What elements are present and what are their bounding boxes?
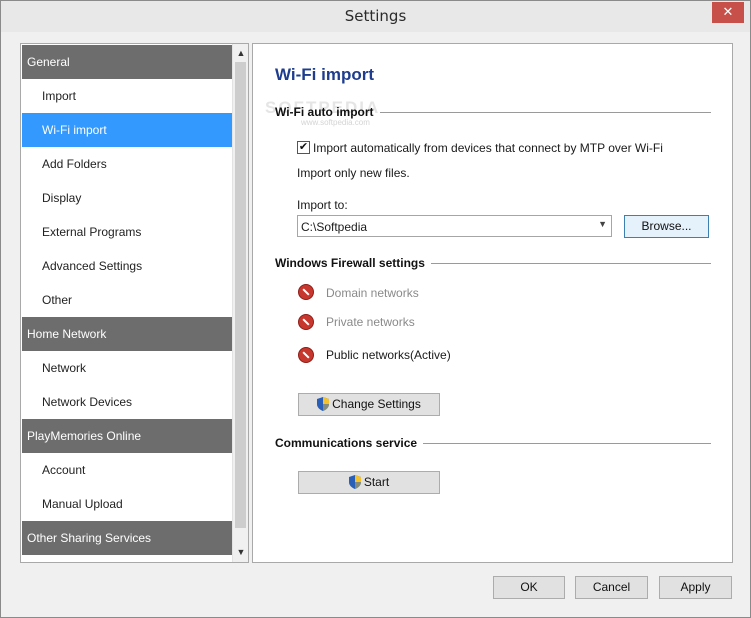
- sidebar-item-label: Other Sharing Services: [27, 531, 152, 545]
- change-settings-button[interactable]: Change Settings: [298, 393, 440, 416]
- divider: [379, 111, 711, 113]
- auto-import-label[interactable]: Import automatically from devices that c…: [313, 141, 663, 155]
- sidebar-list: General Import Wi-Fi import Add Folders …: [22, 45, 232, 555]
- change-settings-label: Change Settings: [332, 397, 421, 411]
- domain-networks-label: Domain networks: [326, 286, 419, 300]
- section-heading-label: Windows Firewall settings: [275, 256, 425, 270]
- close-icon[interactable]: ✕: [712, 2, 744, 23]
- sidebar-item-label: Wi-Fi import: [42, 123, 107, 137]
- import-to-value: C:\Softpedia: [301, 220, 368, 234]
- sidebar-item-account[interactable]: Account: [22, 453, 232, 487]
- window-title: Settings: [344, 7, 407, 25]
- sidebar-item-playmemories-online[interactable]: PlayMemories Online: [22, 419, 232, 453]
- title-bar[interactable]: Settings ✕: [1, 1, 750, 32]
- sidebar-item-label: Home Network: [27, 327, 107, 341]
- sidebar-item-network[interactable]: Network: [22, 351, 232, 385]
- blocked-icon: [298, 314, 314, 330]
- scroll-thumb[interactable]: [235, 62, 246, 528]
- sidebar-item-label: Display: [42, 191, 82, 205]
- sidebar-item-wifi-import[interactable]: Wi-Fi import: [22, 113, 232, 147]
- sidebar-item-add-folders[interactable]: Add Folders: [22, 147, 232, 181]
- sidebar-item-home-network[interactable]: Home Network: [22, 317, 232, 351]
- page-title: Wi-Fi import: [275, 65, 374, 84]
- sidebar-item-external-programs[interactable]: External Programs: [22, 215, 232, 249]
- new-files-note: Import only new files.: [297, 166, 410, 180]
- sidebar-item-display[interactable]: Display: [22, 181, 232, 215]
- sidebar-item-other[interactable]: Other: [22, 283, 232, 317]
- sidebar-item-import[interactable]: Import: [22, 79, 232, 113]
- auto-import-checkbox[interactable]: ✔: [297, 141, 310, 154]
- import-to-select[interactable]: C:\Softpedia ▼: [297, 215, 612, 237]
- sidebar-item-label: Other: [42, 293, 73, 307]
- sidebar-item-label: General: [27, 55, 70, 69]
- sidebar-item-network-devices[interactable]: Network Devices: [22, 385, 232, 419]
- divider: [423, 442, 711, 444]
- private-networks-label: Private networks: [326, 315, 415, 329]
- sidebar-item-manual-upload[interactable]: Manual Upload: [22, 487, 232, 521]
- sidebar-item-label: Import: [42, 89, 77, 103]
- sidebar-item-label: External Programs: [42, 225, 142, 239]
- communications-service-heading: Communications service: [275, 435, 711, 451]
- blocked-icon: [298, 347, 314, 363]
- chevron-down-icon[interactable]: ▼: [598, 219, 607, 229]
- uac-shield-icon: [348, 475, 361, 489]
- import-to-label: Import to:: [297, 198, 348, 212]
- settings-window: Settings ✕ General Import Wi-Fi import A…: [0, 0, 751, 618]
- sidebar-item-label: PlayMemories Online: [27, 429, 142, 443]
- sidebar-item-label: Advanced Settings: [42, 259, 143, 273]
- wifi-auto-import-heading: Wi-Fi auto import: [275, 104, 711, 120]
- windows-firewall-heading: Windows Firewall settings: [275, 255, 711, 271]
- content-panel: SOFTPEDIA www.softpedia.com Wi-Fi import…: [252, 43, 733, 563]
- divider: [430, 262, 711, 264]
- browse-button[interactable]: Browse...: [624, 215, 709, 238]
- uac-shield-icon: [317, 397, 330, 411]
- sidebar-item-label: Manual Upload: [42, 497, 123, 511]
- sidebar-scrollbar[interactable]: ▲ ▼: [232, 44, 248, 562]
- section-heading-label: Wi-Fi auto import: [275, 105, 374, 119]
- sidebar-item-other-sharing-services[interactable]: Other Sharing Services: [22, 521, 232, 555]
- sidebar-item-general[interactable]: General: [22, 45, 232, 79]
- public-networks-label: Public networks(Active): [326, 348, 451, 362]
- blocked-icon: [298, 284, 314, 300]
- apply-button[interactable]: Apply: [659, 576, 732, 599]
- sidebar-item-advanced-settings[interactable]: Advanced Settings: [22, 249, 232, 283]
- scroll-down-icon[interactable]: ▼: [233, 544, 248, 560]
- sidebar-item-label: Account: [42, 463, 86, 477]
- section-heading-label: Communications service: [275, 436, 418, 450]
- scroll-up-icon[interactable]: ▲: [233, 45, 248, 61]
- sidebar: General Import Wi-Fi import Add Folders …: [20, 43, 249, 563]
- sidebar-item-label: Network: [42, 361, 87, 375]
- ok-button[interactable]: OK: [493, 576, 565, 599]
- sidebar-item-label: Network Devices: [42, 395, 133, 409]
- start-button[interactable]: Start: [298, 471, 440, 494]
- cancel-button[interactable]: Cancel: [575, 576, 648, 599]
- start-label: Start: [363, 475, 390, 489]
- sidebar-item-label: Add Folders: [42, 157, 107, 171]
